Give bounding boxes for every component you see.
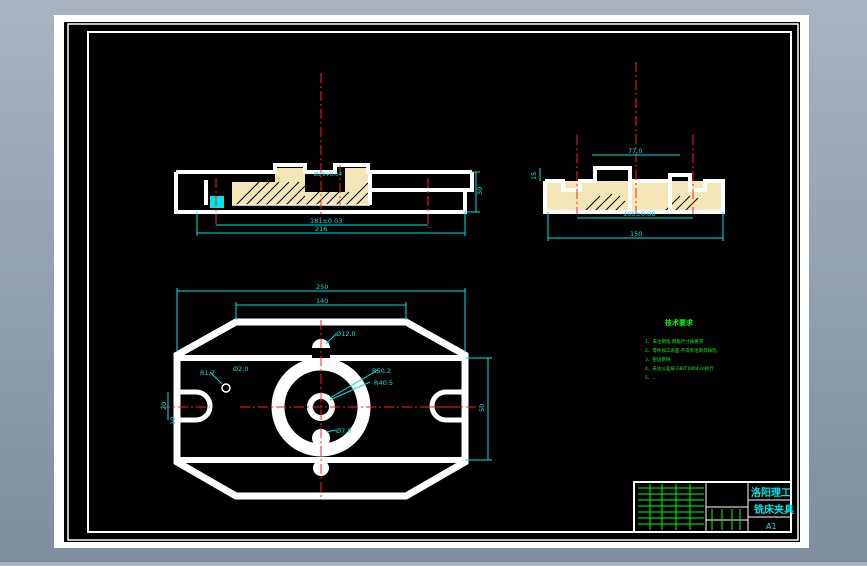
top-dim-left-slot-b: 10 [169, 417, 177, 425]
top-dim-width-inner: 140 [316, 297, 328, 305]
top-dim-r-big: R50.2 [372, 367, 391, 375]
top-dim-width-total: 250 [316, 283, 328, 291]
top-dim-left-slot-a: 20 [160, 402, 168, 410]
top-dim-r-mid: R40.5 [374, 379, 393, 387]
side-section-fill [545, 181, 723, 211]
front-bolt-detail [210, 196, 224, 208]
top-dim-hole-top: Ø12.0 [336, 330, 356, 338]
top-dim-hole-bottom: Ø7.0 [336, 427, 351, 435]
title-block-school: 洛阳理工 [751, 486, 791, 499]
side-dim-inner-len: 105±0.08 [623, 210, 655, 218]
tech-requirement-line: 4、未注公差按 GB/T1804-m执行 [645, 365, 714, 372]
top-dim-left-hole-b: Ø2.0 [233, 365, 248, 373]
front-dim-height: 30 [476, 187, 484, 195]
front-dim-total-len: 216 [315, 225, 327, 233]
tech-requirements-title: 技术要求 [665, 318, 694, 327]
side-dim-top-len: 77.0 [628, 147, 642, 155]
cad-drawing-canvas[interactable]: 181±0.03 216 Ø29+0.04 30 77.0 105±0.08 1… [0, 0, 867, 562]
front-dim-inner-len: 181±0.03 [310, 217, 342, 225]
top-dim-right-height: 50 [478, 404, 486, 412]
tech-requirement-line: 5、... [645, 375, 657, 381]
front-dim-slot: Ø29+0.04 [314, 171, 343, 178]
title-block-sheet-size: A1 [766, 522, 777, 531]
title-block-part-name: 铣床夹具 [754, 503, 794, 516]
title-block[interactable]: 洛阳理工 铣床夹具 A1 [633, 481, 794, 533]
top-dim-left-hole-a: R1.7 [200, 369, 215, 377]
side-dim-total-len: 150 [630, 230, 642, 238]
cad-viewport[interactable]: 181±0.03 216 Ø29+0.04 30 77.0 105±0.08 1… [0, 0, 867, 562]
tech-requirement-line: 2、零件加工表面 不得有毛刺等缺陷 [645, 347, 717, 354]
tech-requirement-line: 1、未注倒角 倒角尺寸按要求 [645, 338, 704, 345]
side-dim-left-h: 15 [530, 172, 538, 180]
tech-requirement-line: 3、锐边倒钝 [645, 356, 671, 363]
